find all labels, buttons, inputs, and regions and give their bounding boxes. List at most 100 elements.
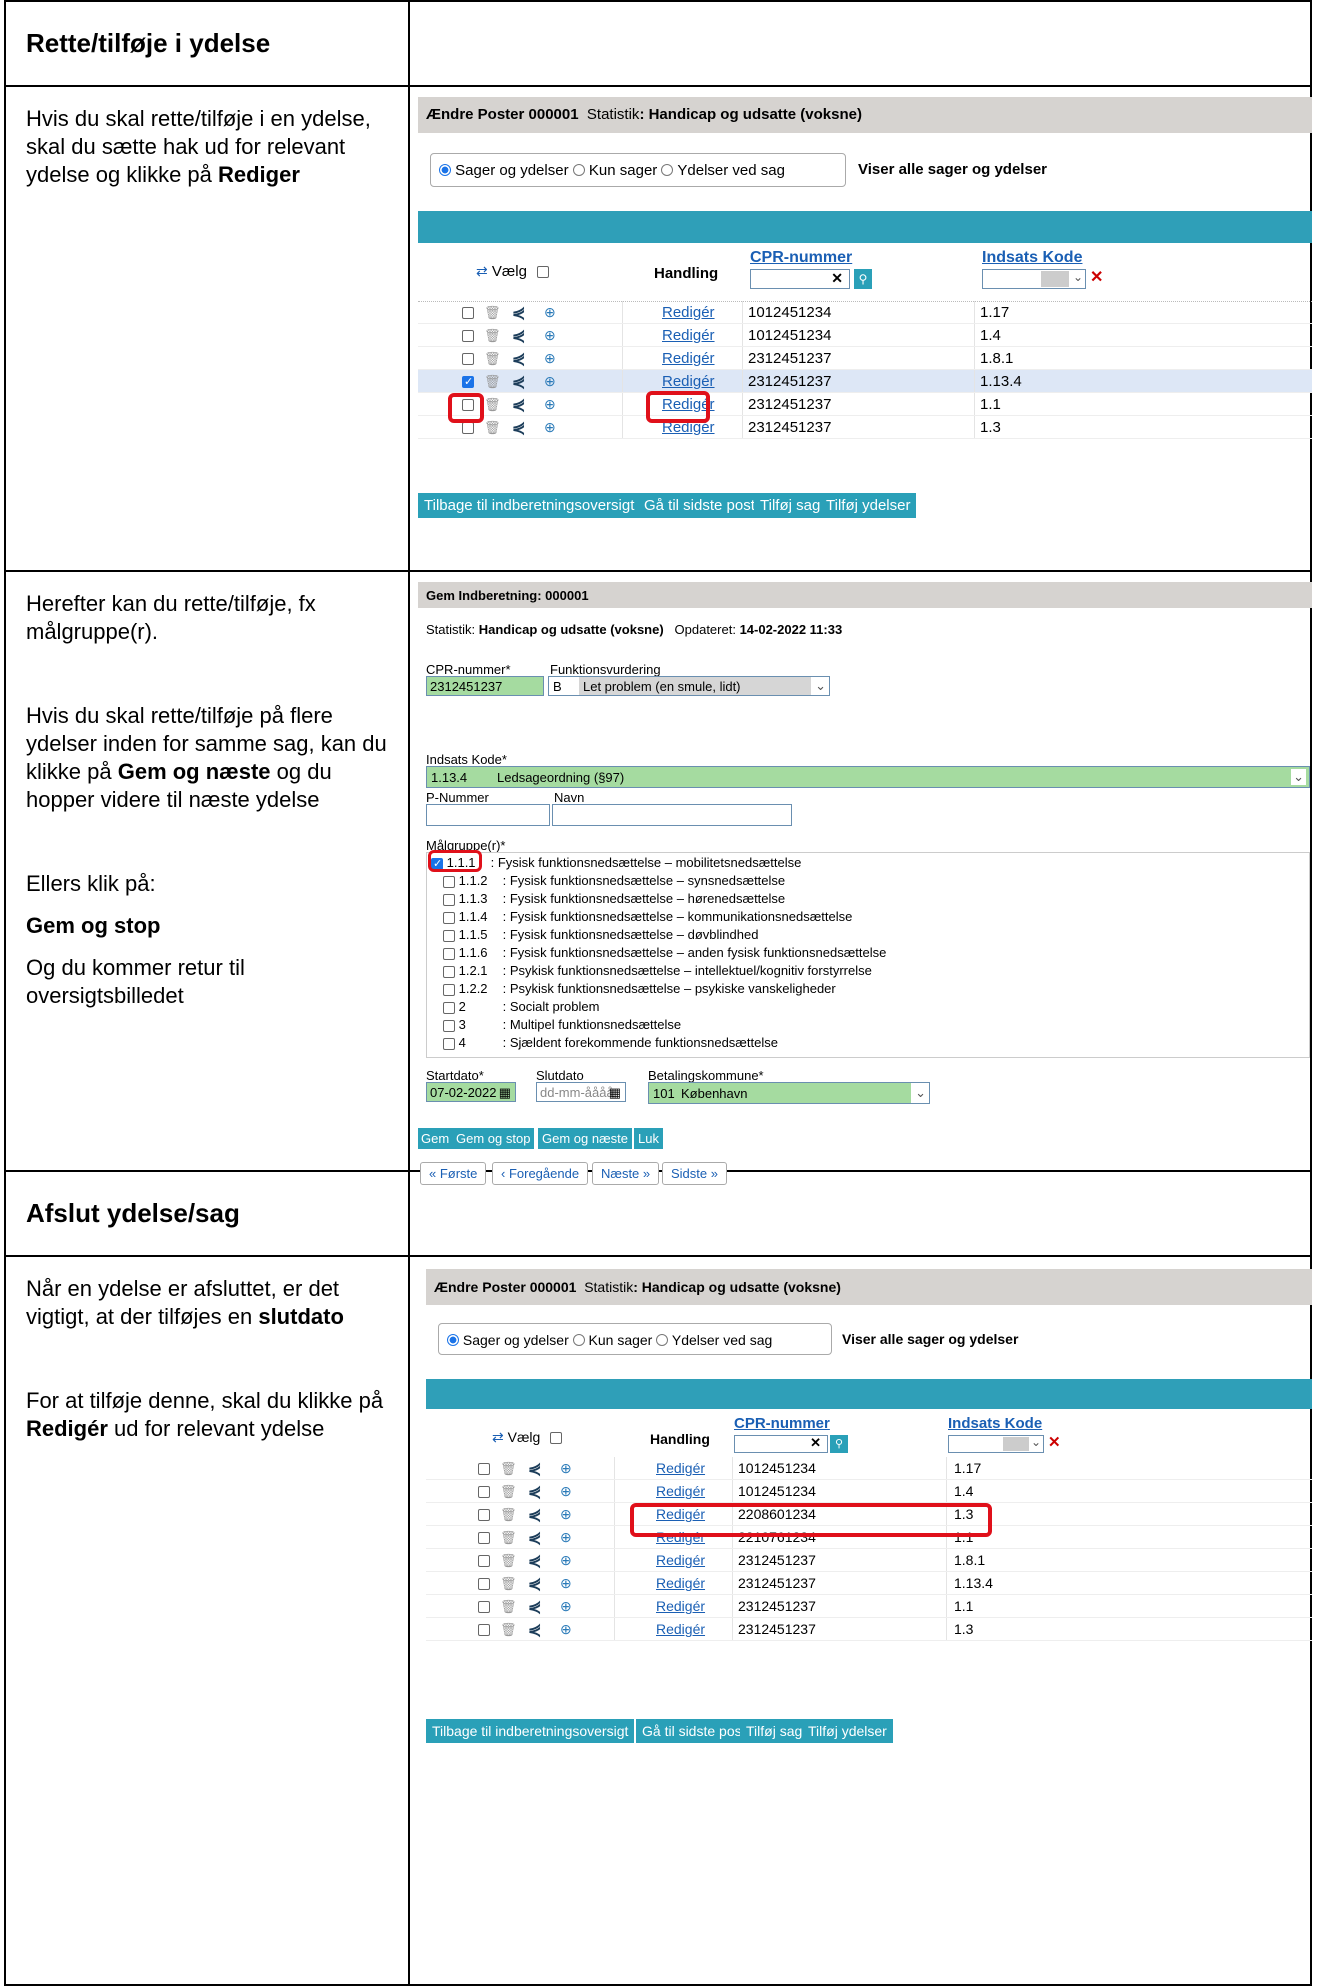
malgruppe-item[interactable]: 1.1.6: Fysisk funktionsnedsættelse – and… <box>443 945 886 960</box>
add-circle-icon[interactable]: ⊕ <box>560 1529 572 1546</box>
malgruppe-checkbox[interactable] <box>443 875 455 888</box>
share-icon[interactable]: ⋞ <box>512 395 525 415</box>
share-icon[interactable]: ⋞ <box>528 1505 541 1525</box>
edit-link[interactable]: Redigér <box>656 1621 705 1637</box>
refresh-icon[interactable]: ⇄ <box>476 263 488 279</box>
row-checkbox[interactable] <box>462 306 474 319</box>
calendar-icon[interactable]: ▦ <box>609 1085 621 1101</box>
add-circle-icon[interactable]: ⊕ <box>560 1575 572 1592</box>
radio-benefits-by-case[interactable] <box>661 164 674 176</box>
trash-icon[interactable]: 🗑 <box>484 351 501 367</box>
trash-icon[interactable]: 🗑 <box>500 1507 517 1523</box>
edit-link[interactable]: Redigér <box>662 350 715 367</box>
malgruppe-checkbox[interactable] <box>443 983 455 996</box>
add-circle-icon[interactable]: ⊕ <box>560 1598 572 1615</box>
select-all-checkbox[interactable] <box>537 266 550 279</box>
trash-icon[interactable]: 🗑 <box>500 1530 517 1546</box>
select-all-checkbox[interactable] <box>550 1432 563 1445</box>
navn-input[interactable] <box>552 804 792 826</box>
trash-icon[interactable]: 🗑 <box>484 420 501 436</box>
trash-icon[interactable]: 🗑 <box>500 1553 517 1569</box>
edit-link[interactable]: Redigér <box>656 1575 705 1591</box>
row-checkbox[interactable] <box>478 1462 490 1475</box>
add-circle-icon[interactable]: ⊕ <box>544 419 556 436</box>
startdato-field[interactable]: 07-02-2022 ▦ <box>426 1082 516 1102</box>
malgruppe-checkbox[interactable] <box>443 911 455 924</box>
back-to-overview-button[interactable]: Tilbage til indberetningsoversigt <box>418 493 641 518</box>
add-circle-icon[interactable]: ⊕ <box>560 1460 572 1477</box>
search-icon[interactable]: ⚲ <box>830 1435 848 1453</box>
row-checkbox[interactable] <box>478 1508 490 1521</box>
betalingskommune-select[interactable]: 101 København ⌄ <box>648 1082 930 1104</box>
cpr-header-link[interactable]: CPR-nummer <box>750 249 852 267</box>
add-circle-icon[interactable]: ⊕ <box>544 350 556 367</box>
search-icon[interactable]: ⚲ <box>854 269 872 289</box>
add-circle-icon[interactable]: ⊕ <box>544 396 556 413</box>
malgruppe-checkbox[interactable] <box>443 1037 455 1050</box>
add-circle-icon[interactable]: ⊕ <box>544 304 556 321</box>
funktionsvurdering-select[interactable]: B Let problem (en smule, lidt) ⌄ <box>548 676 830 696</box>
trash-icon[interactable]: 🗑 <box>484 374 501 390</box>
cpr-filter-input[interactable]: ✕ <box>750 269 850 289</box>
add-circle-icon[interactable]: ⊕ <box>544 373 556 390</box>
trash-icon[interactable]: 🗑 <box>500 1622 517 1638</box>
row-checkbox[interactable] <box>478 1577 490 1590</box>
add-circle-icon[interactable]: ⊕ <box>560 1483 572 1500</box>
share-icon[interactable]: ⋞ <box>528 1551 541 1571</box>
trash-icon[interactable]: 🗑 <box>500 1461 517 1477</box>
malgruppe-checkbox[interactable] <box>443 929 455 942</box>
add-benefits-button[interactable]: Tilføj ydelser <box>802 1719 893 1743</box>
row-checkbox[interactable] <box>462 329 474 342</box>
back-to-overview-button[interactable]: Tilbage til indberetningsoversigt <box>426 1719 635 1743</box>
reset-filter-icon[interactable]: ✕ <box>1090 267 1103 287</box>
luk-button[interactable]: Luk <box>634 1128 663 1149</box>
nav-first-button[interactable]: « Første <box>420 1162 487 1185</box>
malgruppe-checkbox[interactable] <box>443 1019 455 1032</box>
nav-last-button[interactable]: Sidste » <box>662 1162 727 1185</box>
share-icon[interactable]: ⋞ <box>512 372 525 392</box>
add-case-button[interactable]: Tilføj sag <box>740 1719 809 1743</box>
share-icon[interactable]: ⋞ <box>512 418 525 438</box>
share-icon[interactable]: ⋞ <box>528 1482 541 1502</box>
row-checkbox[interactable] <box>478 1554 490 1567</box>
malgruppe-item[interactable]: 1.2.2: Psykisk funktionsnedsættelse – ps… <box>443 981 836 996</box>
code-filter-select[interactable]: ⌄ <box>982 269 1086 289</box>
add-circle-icon[interactable]: ⊕ <box>560 1552 572 1569</box>
reset-filter-icon[interactable]: ✕ <box>1048 1433 1061 1451</box>
nav-previous-button[interactable]: ‹ Foregående <box>492 1162 589 1185</box>
trash-icon[interactable]: 🗑 <box>484 397 501 413</box>
cpr-field[interactable]: 2312451237 <box>426 676 544 696</box>
radio-cases-only[interactable] <box>572 1334 585 1346</box>
clear-icon[interactable]: ✕ <box>810 1435 821 1451</box>
malgruppe-checkbox[interactable] <box>443 947 455 960</box>
slutdato-field[interactable]: dd-mm-åååå ▦ <box>536 1082 626 1102</box>
malgruppe-checkbox[interactable] <box>443 893 455 906</box>
add-case-button[interactable]: Tilføj sag <box>754 493 827 518</box>
malgruppe-item[interactable]: 1.1.3: Fysisk funktionsnedsættelse – hør… <box>443 891 785 906</box>
edit-link[interactable]: Redigér <box>656 1552 705 1568</box>
row-checkbox[interactable] <box>462 352 474 365</box>
malgruppe-item[interactable]: 4: Sjældent forekommende funktionsnedsæt… <box>443 1035 778 1050</box>
trash-icon[interactable]: 🗑 <box>484 328 501 344</box>
edit-link[interactable]: Redigér <box>656 1483 705 1499</box>
nav-next-button[interactable]: Næste » <box>592 1162 660 1185</box>
share-icon[interactable]: ⋞ <box>512 303 525 323</box>
trash-icon[interactable]: 🗑 <box>500 1484 517 1500</box>
radio-cases-and-benefits[interactable] <box>447 1334 459 1346</box>
share-icon[interactable]: ⋞ <box>528 1620 541 1640</box>
radio-cases-and-benefits[interactable] <box>439 164 451 176</box>
row-checkbox[interactable] <box>478 1623 490 1636</box>
go-to-last-button[interactable]: Gå til sidste post <box>636 1719 752 1743</box>
malgruppe-item[interactable]: 1.1.2: Fysisk funktionsnedsættelse – syn… <box>443 873 785 888</box>
add-circle-icon[interactable]: ⊕ <box>560 1506 572 1523</box>
share-icon[interactable]: ⋞ <box>528 1597 541 1617</box>
share-icon[interactable]: ⋞ <box>528 1459 541 1479</box>
code-filter-select[interactable]: ⌄ <box>948 1435 1044 1453</box>
trash-icon[interactable]: 🗑 <box>484 305 501 321</box>
share-icon[interactable]: ⋞ <box>512 326 525 346</box>
malgruppe-checkbox[interactable] <box>443 965 455 978</box>
radio-cases-only[interactable] <box>572 164 585 176</box>
trash-icon[interactable]: 🗑 <box>500 1576 517 1592</box>
calendar-icon[interactable]: ▦ <box>499 1085 511 1101</box>
code-header-link[interactable]: Indsats Kode <box>948 1415 1042 1432</box>
